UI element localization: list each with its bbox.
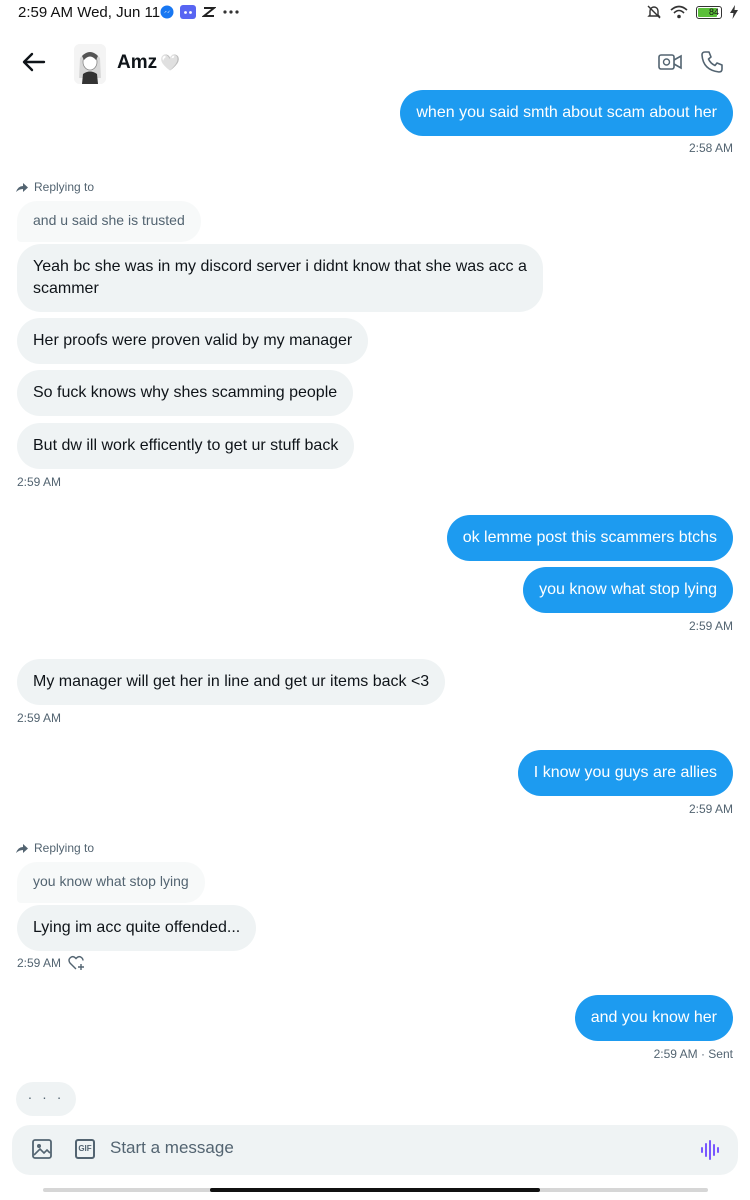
back-arrow-icon[interactable] (20, 48, 48, 76)
reply-arrow-icon (16, 843, 28, 853)
message-composer: GIF (12, 1125, 738, 1175)
message-timestamp: 2:59 AM (688, 619, 733, 633)
wifi-icon (670, 5, 688, 19)
replying-to-label: Replying to (16, 841, 94, 855)
message-timestamp: 2:59 AM (688, 802, 733, 816)
home-handle[interactable] (210, 1188, 540, 1192)
phone-icon[interactable] (700, 50, 724, 74)
message-input[interactable] (110, 1138, 670, 1158)
status-bar: 2:59 AM Wed, Jun 11 84 (0, 0, 750, 26)
contact-name[interactable]: Amz (117, 52, 157, 74)
message-status: 2:59 AM · Sent (653, 1047, 733, 1061)
discord-icon (180, 5, 196, 19)
gesture-bar (43, 1188, 708, 1192)
message-bubble-incoming[interactable]: Her proofs were proven valid by my manag… (17, 318, 369, 364)
battery-level: 84 (708, 6, 719, 17)
message-bubble-incoming[interactable]: But dw ill work efficently to get ur stu… (17, 423, 355, 469)
message-line: Yeah bc she was in my discord server i d… (33, 258, 527, 275)
replying-to-label: Replying to (16, 180, 94, 194)
video-call-icon[interactable] (658, 52, 682, 72)
message-bubble-incoming[interactable]: Lying im acc quite offended... (17, 905, 257, 951)
reply-arrow-icon (16, 182, 28, 192)
message-bubble-outgoing[interactable]: when you said smth about scam about her (400, 90, 733, 136)
messenger-icon (160, 5, 174, 19)
heart-emoji: 🤍 (160, 55, 180, 72)
battery-icon: 84 (696, 5, 722, 19)
replying-to-text: Replying to (34, 841, 95, 855)
message-line: scammer (33, 280, 99, 297)
typing-indicator: · · · (16, 1082, 76, 1116)
quoted-message[interactable]: you know what stop lying (17, 862, 205, 903)
system-icons: 84 (646, 4, 738, 20)
notification-icons (160, 5, 240, 19)
image-icon[interactable] (32, 1139, 52, 1159)
message-bubble-incoming[interactable]: Yeah bc she was in my discord server i d… (17, 244, 543, 312)
conversation-header: Amz 🤍 (0, 26, 750, 96)
message-timestamp: 2:59 AM (17, 711, 62, 725)
app-icon (202, 7, 216, 17)
message-timestamp: 2:59 AM (17, 475, 62, 489)
status-time: 2:59 AM Wed, Jun 11 (18, 4, 161, 21)
message-bubble-incoming[interactable]: So fuck knows why shes scamming people (17, 370, 354, 416)
message-bubble-outgoing[interactable]: ok lemme post this scammers btchs (446, 515, 733, 561)
message-timestamp: 2:59 AM (17, 956, 62, 970)
message-bubble-outgoing[interactable]: you know what stop lying (523, 567, 733, 613)
gif-button[interactable]: GIF (75, 1139, 95, 1159)
message-bubble-incoming[interactable]: My manager will get her in line and get … (17, 659, 446, 705)
avatar[interactable] (74, 44, 106, 84)
message-bubble-outgoing[interactable]: and you know her (574, 995, 733, 1041)
add-reaction-icon[interactable] (68, 955, 86, 971)
quoted-message[interactable]: and u said she is trusted (17, 201, 201, 242)
voice-message-icon[interactable] (700, 1139, 722, 1161)
replying-to-text: Replying to (34, 180, 95, 194)
message-timestamp: 2:58 AM (688, 141, 733, 155)
bell-muted-icon (647, 5, 661, 19)
more-dots-icon (223, 10, 239, 14)
message-bubble-outgoing[interactable]: I know you guys are allies (517, 750, 733, 796)
charging-icon (730, 5, 738, 19)
